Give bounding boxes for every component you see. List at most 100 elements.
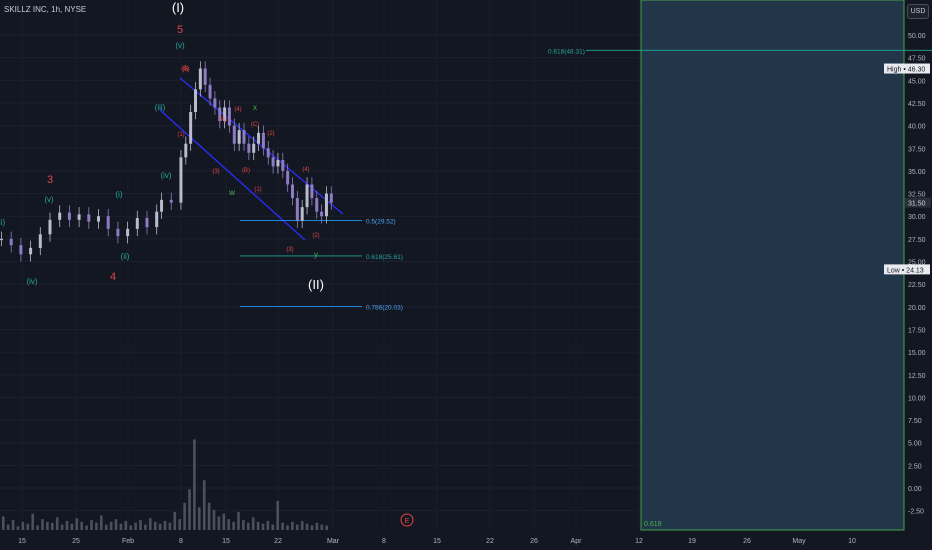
volume-bar: [207, 502, 211, 530]
volume-bar: [247, 522, 250, 530]
candle-body: [203, 68, 207, 85]
x-tick-label: 26: [530, 538, 538, 545]
volume-bar: [100, 515, 103, 530]
volume-bar: [134, 522, 137, 530]
y-tick-label: 22.50: [908, 282, 926, 289]
volume-bar: [75, 518, 79, 530]
candle-body: [194, 89, 197, 113]
volume-bar: [11, 520, 15, 530]
volume-bar: [90, 520, 93, 530]
x-tick-label: 15: [18, 538, 26, 545]
x-tick-label: 15: [433, 538, 441, 545]
wave-label: 4: [110, 271, 116, 283]
candle-body: [29, 247, 33, 255]
wave-label: (ii): [121, 252, 130, 261]
wave-label: (3): [212, 169, 219, 175]
y-tick-label: 20.00: [908, 305, 926, 312]
volume-bar: [242, 520, 245, 530]
x-tick-label: 12: [635, 538, 643, 545]
volume-bar: [212, 510, 216, 530]
y-tick-label: 0.00: [908, 486, 922, 493]
candle-body: [213, 98, 217, 108]
wave-label: (v): [44, 195, 54, 204]
price-chart[interactable]: 0.618 0.618(48.31) 0.5(29.52) 0.618(25.61)…: [0, 0, 932, 550]
candle-body: [0, 238, 3, 241]
volume-bar: [26, 523, 30, 530]
wave-label: (A): [219, 117, 227, 123]
wave-label: (II): [308, 277, 324, 292]
candle-body: [198, 68, 202, 90]
candle-body: [320, 211, 324, 217]
wave-label: (3): [286, 247, 293, 253]
volume-bar: [153, 521, 157, 530]
volume-bar: [95, 522, 98, 530]
y-tick-label: 10.00: [908, 395, 926, 402]
wave-label: (5): [181, 66, 188, 72]
volume-bar: [119, 523, 123, 530]
volume-bar: [310, 525, 314, 530]
volume-bar: [261, 523, 265, 530]
volume-bar: [6, 524, 10, 530]
wave-label: (v): [175, 41, 185, 50]
volume-bar: [173, 511, 177, 530]
candle-body: [155, 211, 159, 228]
wave-label: (C): [251, 122, 259, 128]
candle-body: [261, 132, 265, 149]
volume-bar: [251, 517, 255, 530]
wave-label: (2): [267, 131, 274, 137]
candle-body: [77, 214, 81, 220]
x-tick-label: 15: [222, 538, 230, 545]
x-tick-label: 22: [274, 538, 282, 545]
wave-label: (I): [172, 0, 184, 15]
candle-body: [184, 143, 188, 158]
currency-button[interactable]: USD: [907, 4, 929, 19]
candle-body: [266, 148, 270, 158]
volume-bar: [305, 523, 309, 530]
volume-bar: [158, 523, 162, 530]
candle-body: [58, 212, 62, 220]
candle-body: [126, 228, 130, 237]
wave-label: (iv): [26, 277, 37, 286]
fib-label: 0.618(48.31): [548, 48, 585, 55]
y-tick-label: 32.50: [908, 192, 926, 199]
x-tick-label: Apr: [571, 538, 583, 545]
volume-bar: [70, 523, 74, 530]
wave-label: (4): [302, 167, 309, 173]
volume-bar: [198, 507, 201, 530]
wave-label: x: [253, 103, 257, 112]
candle-body: [315, 198, 319, 212]
last-price-label: 31.50: [908, 201, 926, 208]
volume-bar: [85, 525, 88, 530]
candle-body: [135, 218, 139, 229]
candle-body: [237, 130, 241, 144]
volume-bar: [16, 526, 20, 530]
x-tick-label: 10: [848, 538, 856, 545]
y-tick-label: 12.50: [908, 373, 926, 380]
candle-body: [286, 170, 290, 185]
fib-label: 0.618: [644, 521, 662, 528]
candle-body: [276, 160, 280, 167]
x-tick-label: May: [792, 538, 806, 545]
volume-bar: [129, 525, 132, 530]
volume-bar: [281, 522, 284, 530]
volume-bar: [256, 521, 260, 530]
x-tick-label: 22: [486, 538, 494, 545]
y-tick-label: 2.50: [908, 463, 922, 470]
x-tick-label: 8: [179, 538, 183, 545]
candle-body: [252, 143, 256, 153]
x-tick-label: 19: [688, 538, 696, 545]
volume-bar: [222, 513, 226, 530]
wave-label: 5: [177, 24, 183, 36]
candle-body: [324, 193, 328, 217]
candle-body: [295, 198, 299, 221]
x-tick-label: Mar: [327, 538, 340, 545]
fib-label: 0.786(20.03): [366, 305, 403, 312]
candle-body: [247, 143, 251, 153]
volume-bar: [266, 520, 270, 530]
candle-body: [67, 212, 71, 220]
volume-bar: [271, 524, 275, 530]
volume-bar: [202, 480, 206, 530]
volume-bar: [109, 521, 113, 530]
volume-bar: [276, 501, 279, 530]
volume-bar: [193, 439, 196, 530]
